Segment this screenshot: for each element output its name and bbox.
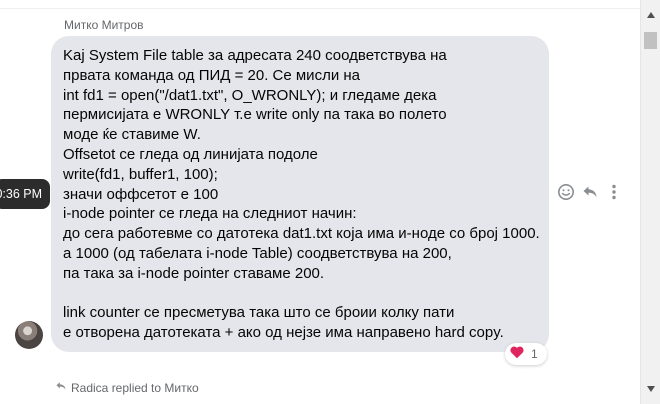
message-line: значи оффсетот е 100	[63, 185, 219, 203]
avatar[interactable]	[15, 321, 43, 349]
reply-note[interactable]: Radica replied to Митко	[55, 380, 199, 395]
react-button[interactable]	[556, 183, 576, 206]
message-line: i-node pointer се гледа на следниот начи…	[63, 205, 357, 223]
sender-name: Митко Митров	[64, 18, 144, 32]
message-line: а 1000 (од табелата i-node Table) соодве…	[63, 244, 452, 262]
message-line: па така за i-node pointer ставаме 200.	[63, 264, 325, 282]
scroll-down-button[interactable]	[646, 383, 656, 393]
reply-button[interactable]	[580, 184, 600, 204]
scrollbar[interactable]	[640, 0, 660, 404]
reply-note-text: Radica replied to Митко	[71, 380, 199, 395]
message-line: Offsetot се гледа од линијата подоле	[63, 145, 318, 163]
message-line: Kaj System File table за адресата 240 со…	[63, 47, 447, 64]
smiley-icon	[557, 183, 575, 206]
more-options-button[interactable]	[604, 184, 624, 204]
message-line: првата команда од ПИД = 20. Се мисли на	[63, 66, 360, 84]
message-line: е отворена датотеката + ако од нејзе има…	[63, 324, 504, 342]
message-line: link counter се пресметува така што се б…	[63, 304, 455, 322]
message-line-blank	[63, 284, 537, 304]
heart-icon	[509, 344, 525, 365]
message-line: int fd1 = open("/dat1.txt", O_WRONLY); и…	[63, 86, 437, 104]
message-timestamp-tooltip: 0:36 PM	[0, 179, 50, 209]
reaction-badge[interactable]: 1	[505, 343, 547, 365]
message-bubble[interactable]: Kaj System File table за адресата 240 со…	[51, 36, 549, 352]
triangle-up-icon	[647, 5, 655, 23]
message-actions	[556, 183, 626, 206]
more-icon	[611, 183, 617, 206]
scroll-thumb[interactable]	[644, 32, 657, 49]
reply-icon	[581, 183, 599, 206]
reaction-count: 1	[531, 347, 538, 361]
top-divider	[0, 0, 640, 9]
scroll-up-button[interactable]	[646, 9, 656, 19]
reply-arrow-icon	[55, 380, 67, 395]
message-line: write(fd1, buffer1, 100);	[63, 165, 218, 183]
message-line: пермисијата е WRONLY т.е write only па т…	[63, 106, 447, 124]
message-line: до сега работевме со датотека dat1.txt к…	[63, 225, 540, 243]
message-line: моде ќе ставиме W.	[63, 126, 201, 144]
triangle-down-icon	[647, 379, 655, 397]
